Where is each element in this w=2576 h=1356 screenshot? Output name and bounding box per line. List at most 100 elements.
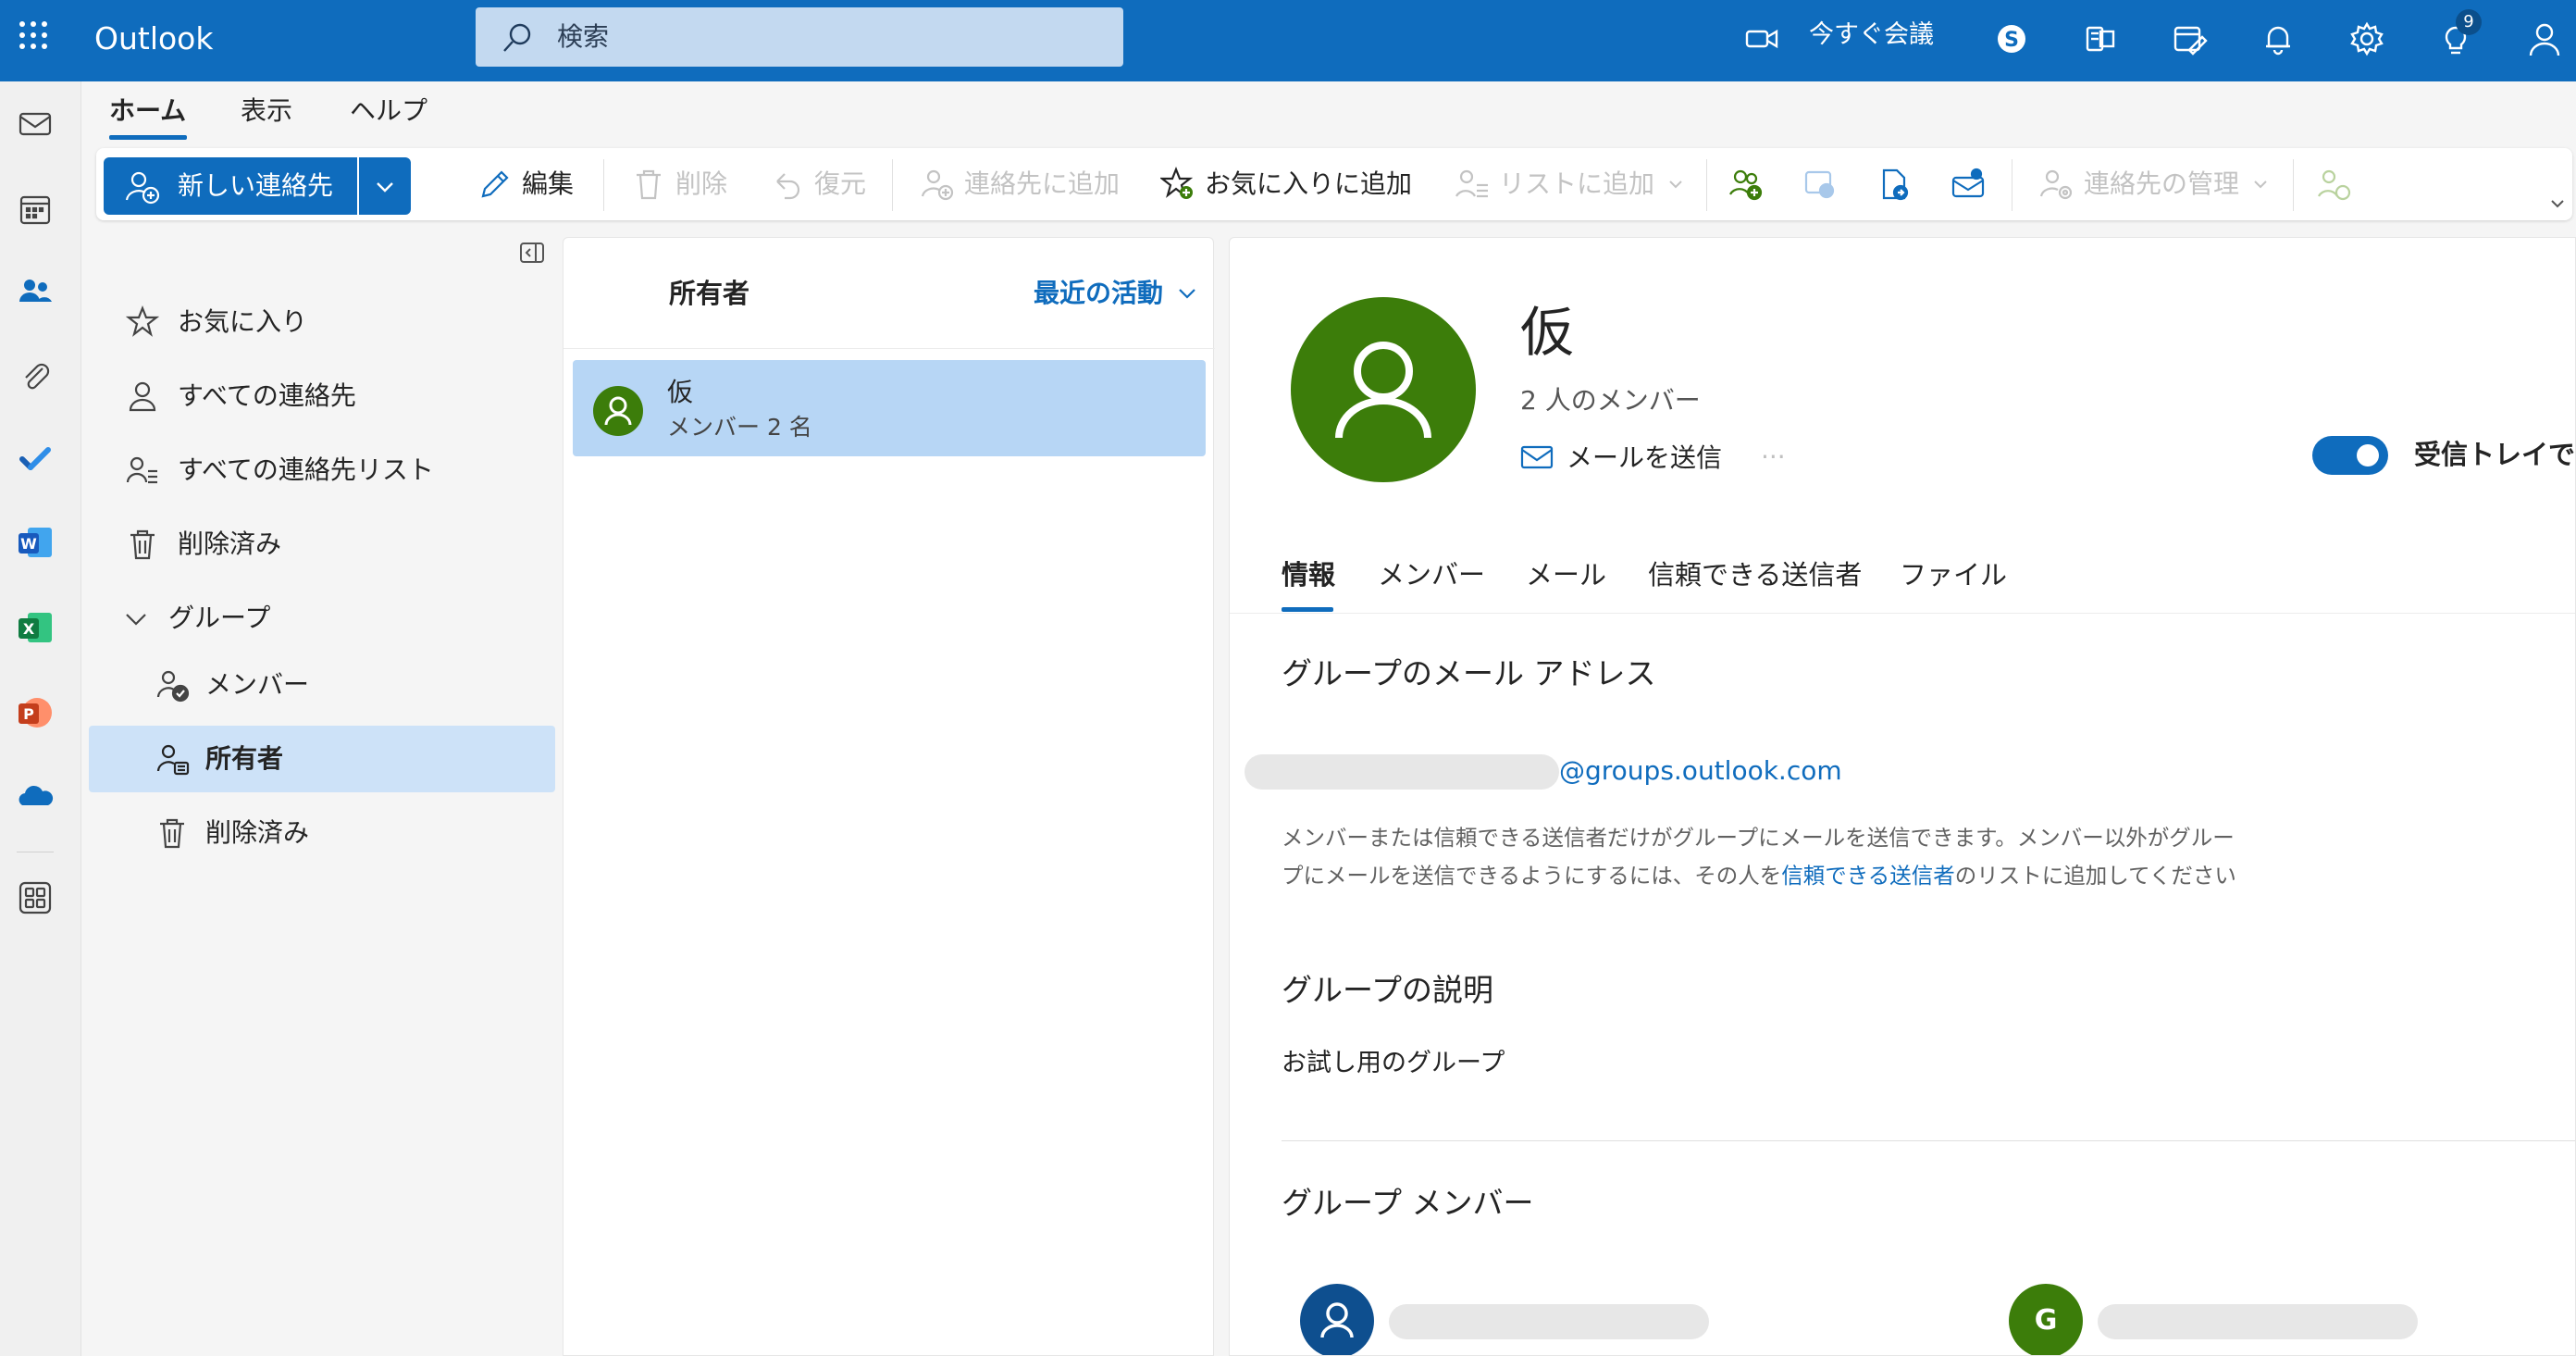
tab-email[interactable]: メール bbox=[1526, 556, 1606, 593]
collapse-pane-icon[interactable] bbox=[520, 243, 544, 263]
members-section-title: グループ メンバー bbox=[1282, 1185, 1534, 1221]
inbox-follow-toggle[interactable] bbox=[2312, 436, 2388, 475]
tab-home[interactable]: ホーム bbox=[109, 93, 186, 130]
excel-icon[interactable]: X bbox=[17, 609, 54, 646]
office-icon[interactable] bbox=[2082, 20, 2119, 57]
tab-info[interactable]: 情報 bbox=[1282, 556, 1335, 593]
folder-groups-owner[interactable]: 所有者 bbox=[89, 726, 555, 792]
folder-groups-deleted-label: 削除済み bbox=[205, 817, 310, 848]
skype-icon[interactable]: S bbox=[1993, 20, 2030, 57]
chevron-down-icon bbox=[122, 605, 150, 633]
tab-home-indicator bbox=[109, 135, 187, 140]
app-launcher-icon[interactable] bbox=[19, 20, 48, 50]
separator bbox=[603, 159, 604, 211]
powerpoint-icon[interactable]: P bbox=[17, 694, 54, 731]
paperclip-icon[interactable] bbox=[17, 357, 54, 394]
avatar bbox=[593, 386, 643, 436]
chevron-down-icon bbox=[2252, 176, 2269, 193]
ribbon-expand-icon[interactable] bbox=[2548, 194, 2567, 213]
manage-contacts-button[interactable]: 連絡先の管理 bbox=[2039, 161, 2280, 207]
svg-text:X: X bbox=[23, 620, 35, 638]
trusted-senders-link[interactable]: 信頼できる送信者 bbox=[1781, 863, 1955, 889]
people-settings-button[interactable] bbox=[2317, 161, 2358, 207]
onedrive-icon[interactable] bbox=[17, 778, 54, 815]
folder-favorites[interactable]: お気に入り bbox=[81, 289, 544, 355]
new-contact-dropdown[interactable] bbox=[359, 157, 411, 215]
redacted-email-prefix bbox=[1245, 754, 1559, 790]
gear-icon[interactable] bbox=[2348, 20, 2385, 57]
people-icon[interactable] bbox=[17, 272, 54, 309]
folder-all-contact-lists[interactable]: すべての連絡先リスト bbox=[81, 437, 544, 504]
group-list: 所有者 最近の活動 仮 メンバー 2 名 bbox=[563, 237, 1215, 1356]
group-member-count: 2 人のメンバー bbox=[1520, 385, 1701, 416]
delete-button[interactable]: 削除 bbox=[631, 161, 751, 207]
delete-label: 削除 bbox=[675, 168, 728, 199]
tab-files[interactable]: ファイル bbox=[1900, 556, 2007, 593]
meet-now-button[interactable]: 今すぐ会議 bbox=[1809, 17, 1934, 54]
new-contact-label: 新しい連絡先 bbox=[178, 170, 334, 201]
add-person-icon bbox=[124, 168, 161, 205]
toggle-knob bbox=[2357, 444, 2379, 467]
member-card[interactable]: G bbox=[2009, 1284, 2425, 1355]
chevron-down-icon[interactable] bbox=[1176, 282, 1198, 305]
sort-button[interactable]: 最近の活動 bbox=[1034, 275, 1163, 312]
video-camera-icon[interactable] bbox=[1743, 20, 1780, 57]
folder-all-contacts-label: すべての連絡先 bbox=[178, 380, 356, 411]
search-box[interactable]: 検索 bbox=[476, 7, 1123, 67]
new-contact-button[interactable]: 新しい連絡先 bbox=[104, 157, 357, 215]
folder-groups-members-label: メンバー bbox=[205, 669, 310, 700]
svg-text:S: S bbox=[2004, 29, 2019, 52]
list-item[interactable]: 仮 メンバー 2 名 bbox=[573, 360, 1206, 456]
todo-icon[interactable] bbox=[17, 441, 54, 478]
more-options-icon[interactable]: ··· bbox=[1761, 443, 1786, 471]
add-member-button[interactable] bbox=[1728, 161, 1769, 207]
tab-trusted-senders[interactable]: 信頼できる送信者 bbox=[1648, 556, 1862, 593]
app-title[interactable]: Outlook bbox=[94, 17, 214, 61]
restore-button[interactable]: 復元 bbox=[770, 161, 890, 207]
member-card[interactable] bbox=[1300, 1284, 1716, 1355]
folder-deleted[interactable]: 削除済み bbox=[81, 511, 544, 578]
bell-icon[interactable] bbox=[2260, 20, 2297, 57]
separator bbox=[892, 159, 893, 211]
tab-members[interactable]: メンバー bbox=[1378, 556, 1485, 593]
star-add-icon bbox=[1160, 167, 1195, 202]
separator bbox=[2293, 159, 2294, 211]
account-icon[interactable] bbox=[2526, 20, 2563, 57]
inbox-follow-label: 受信トレイで bbox=[2414, 439, 2576, 470]
tab-view[interactable]: 表示 bbox=[241, 93, 292, 130]
app-rail: W X P bbox=[0, 81, 81, 1356]
folder-all-contacts[interactable]: すべての連絡先 bbox=[81, 363, 544, 429]
add-to-contacts-button[interactable]: 連絡先に追加 bbox=[920, 161, 1142, 207]
avatar-initial: G bbox=[2034, 1304, 2058, 1337]
people-list-icon bbox=[126, 454, 159, 487]
group-name: 仮 bbox=[1520, 301, 1575, 364]
list-item-name: 仮 bbox=[667, 377, 694, 407]
more-apps-icon[interactable] bbox=[17, 879, 54, 916]
share-button[interactable] bbox=[1876, 161, 1917, 207]
group-description: お試し用のグループ bbox=[1282, 1049, 1505, 1077]
avatar bbox=[1300, 1284, 1374, 1355]
email-domain[interactable]: @groups.outlook.com bbox=[1559, 753, 1842, 790]
chevron-down-icon bbox=[374, 176, 396, 198]
add-favorite-button[interactable]: お気に入りに追加 bbox=[1160, 161, 1419, 207]
star-icon bbox=[126, 305, 159, 339]
folder-groups[interactable]: グループ bbox=[81, 585, 544, 652]
person-check-icon bbox=[155, 668, 191, 703]
add-to-contacts-label: 連絡先に追加 bbox=[964, 168, 1121, 199]
folder-deleted-label: 削除済み bbox=[178, 529, 282, 559]
calendar-icon[interactable] bbox=[17, 191, 54, 228]
tab-help[interactable]: ヘルプ bbox=[350, 93, 427, 130]
folder-groups-members[interactable]: メンバー bbox=[81, 652, 544, 718]
add-to-list-button[interactable]: リストに追加 bbox=[1455, 161, 1695, 207]
edit-button[interactable]: 編集 bbox=[477, 161, 616, 207]
calendar-edit-icon[interactable] bbox=[2171, 20, 2208, 57]
add-member-icon bbox=[1729, 169, 1763, 201]
mail-icon[interactable] bbox=[17, 106, 54, 143]
group-mail-button[interactable] bbox=[1951, 161, 1991, 207]
folder-groups-deleted[interactable]: 削除済み bbox=[81, 800, 544, 866]
share-file-icon bbox=[1882, 168, 1909, 201]
chat-button[interactable] bbox=[1802, 161, 1843, 207]
chat-icon bbox=[1804, 170, 1835, 199]
people-list-icon bbox=[1455, 167, 1490, 202]
word-icon[interactable]: W bbox=[17, 524, 54, 561]
